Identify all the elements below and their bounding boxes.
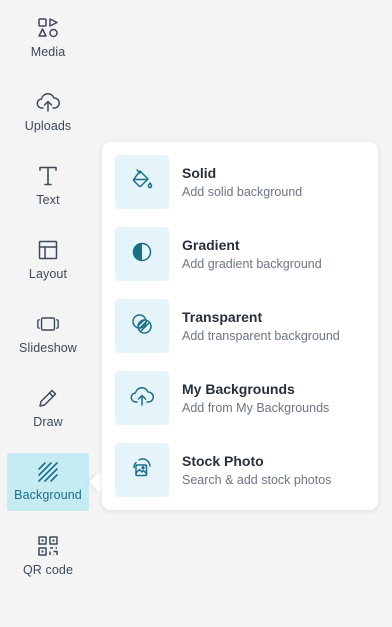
option-description: Add transparent background — [182, 328, 340, 343]
media-icon — [36, 16, 60, 40]
option-title: Transparent — [182, 308, 263, 325]
background-options-panel: Solid Add solid background Gradient Add … — [102, 142, 378, 510]
sidebar-item-label: Background — [14, 488, 82, 502]
option-tile — [115, 227, 169, 281]
layout-icon — [36, 238, 60, 262]
pencil-icon — [36, 386, 60, 410]
option-tile — [115, 299, 169, 353]
sidebar-item-label: Text — [36, 193, 60, 207]
option-title: Solid — [182, 164, 217, 181]
option-description: Add from My Backgrounds — [182, 400, 330, 415]
sidebar-item-text[interactable]: Text — [7, 160, 89, 218]
option-description: Search & add stock photos — [182, 472, 332, 487]
background-icon — [36, 460, 60, 484]
option-title: Stock Photo — [182, 452, 264, 469]
sidebar-item-label: Draw — [33, 415, 63, 429]
transparent-circles-icon — [130, 312, 154, 341]
option-tile — [115, 371, 169, 425]
sidebar-item-label: QR code — [22, 563, 74, 577]
slideshow-icon — [36, 312, 60, 336]
option-description: Add solid background — [182, 184, 303, 199]
text-icon — [36, 164, 60, 188]
option-my-backgrounds[interactable]: My Backgrounds Add from My Backgrounds — [115, 371, 365, 425]
option-gradient[interactable]: Gradient Add gradient background — [115, 227, 365, 281]
option-transparent[interactable]: Transparent Add transparent background — [115, 299, 365, 353]
option-description: Add gradient background — [182, 256, 322, 271]
option-tile — [115, 443, 169, 497]
sidebar-item-label: Media — [30, 45, 66, 59]
sidebar-item-label: Uploads — [24, 119, 72, 133]
qr-code-icon — [36, 534, 60, 558]
option-title: My Backgrounds — [182, 380, 295, 397]
option-title: Gradient — [182, 236, 240, 253]
sidebar: Media Uploads Text Layout Slideshow Draw… — [0, 0, 96, 627]
sidebar-item-qr-code[interactable]: QR code — [7, 530, 89, 588]
sidebar-item-label: Layout — [28, 267, 68, 281]
sidebar-item-label: Slideshow — [19, 341, 77, 355]
upload-cloud-icon — [130, 385, 154, 412]
option-stock-photo[interactable]: Stock Photo Search & add stock photos — [115, 443, 365, 497]
option-tile — [115, 155, 169, 209]
paint-bucket-icon — [130, 168, 154, 197]
gradient-circle-icon — [130, 240, 154, 269]
option-solid[interactable]: Solid Add solid background — [115, 155, 365, 209]
sidebar-item-background[interactable]: Background — [7, 453, 89, 511]
sidebar-item-slideshow[interactable]: Slideshow — [7, 308, 89, 366]
sidebar-item-layout[interactable]: Layout — [7, 234, 89, 292]
sidebar-item-draw[interactable]: Draw — [7, 382, 89, 440]
sidebar-item-uploads[interactable]: Uploads — [7, 86, 89, 144]
upload-cloud-icon — [36, 90, 60, 114]
sidebar-item-media[interactable]: Media — [7, 12, 89, 70]
image-search-icon — [130, 456, 154, 485]
